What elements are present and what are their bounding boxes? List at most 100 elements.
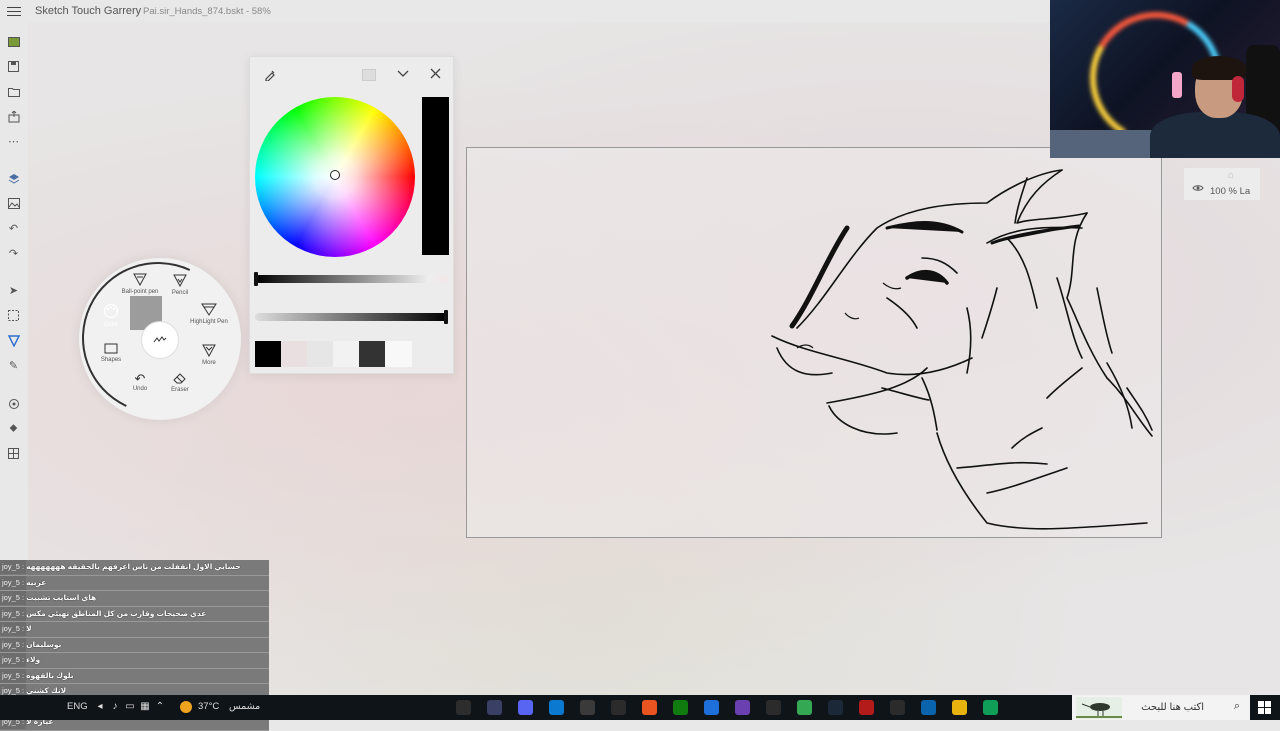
- file-title: Pai.sir_Hands_874.bskt - 58%: [143, 6, 271, 17]
- drawing-canvas[interactable]: [466, 147, 1162, 538]
- taskbar-app-icon[interactable]: [828, 700, 843, 715]
- chat-text: بوسليمان: [26, 639, 62, 649]
- chat-text: ولاء: [26, 655, 41, 664]
- open-folder-icon[interactable]: [6, 84, 21, 99]
- chat-text: هاي استايب تشبيت: [26, 593, 97, 602]
- highlight-pen-tool[interactable]: HighLight Pen: [184, 302, 234, 325]
- taskbar-app-icon[interactable]: [797, 700, 812, 715]
- highlight-pen-icon: [184, 302, 234, 319]
- taskbar-app-icon[interactable]: [580, 700, 595, 715]
- brightness-bar[interactable]: [422, 97, 449, 255]
- bird-illustration-icon: [1076, 697, 1122, 719]
- layers-icon[interactable]: [6, 171, 21, 186]
- taskbar-app-icon[interactable]: [456, 700, 471, 715]
- image-icon[interactable]: [6, 34, 21, 49]
- marquee-icon[interactable]: [6, 308, 21, 323]
- taskbar-app-icon[interactable]: [487, 700, 502, 715]
- chat-text: عدي صحيحات وقارب من كل المناطق تهيئي مكس: [26, 608, 207, 618]
- weather-text[interactable]: مشمس: [229, 701, 260, 712]
- eyedropper-icon[interactable]: [264, 69, 276, 84]
- color-panel: [249, 56, 454, 374]
- chat-message: joy_5 : ولاء: [0, 653, 269, 669]
- gallery-icon[interactable]: [6, 196, 21, 211]
- windows-start-icon[interactable]: [1258, 701, 1271, 714]
- language-indicator[interactable]: ENG: [67, 701, 88, 712]
- color-swatch[interactable]: [359, 341, 386, 367]
- shapes-label: Shapes: [100, 357, 122, 363]
- pencil-icon[interactable]: ✎: [6, 358, 21, 373]
- taskbar-app-icon[interactable]: [921, 700, 936, 715]
- color-swatch[interactable]: [385, 341, 412, 367]
- brightness-slider-handle[interactable]: [254, 272, 258, 286]
- color-tool[interactable]: Color: [86, 303, 136, 328]
- chat-username: joy_5 :: [0, 622, 27, 636]
- export-icon[interactable]: [6, 109, 21, 124]
- opacity-slider[interactable]: [255, 313, 448, 321]
- eraser-label: Eraser: [171, 387, 189, 393]
- chevron-down-icon[interactable]: [397, 67, 409, 81]
- more-tool[interactable]: More: [184, 343, 234, 366]
- headphone: [1232, 76, 1244, 102]
- taskbar-app-icon[interactable]: [735, 700, 750, 715]
- touch-icon[interactable]: [6, 396, 21, 411]
- dropper-icon[interactable]: ⬥: [6, 421, 21, 436]
- search-placeholder: اكتب هنا للبحث: [1141, 702, 1204, 713]
- chat-username: joy_5 :: [0, 606, 27, 621]
- layer-opacity: 100 % La: [1210, 186, 1250, 197]
- sun-icon[interactable]: [180, 701, 192, 713]
- undo-icon[interactable]: ↶: [6, 221, 21, 236]
- more-icon[interactable]: ⋯: [6, 134, 21, 149]
- select-arrow-icon[interactable]: ➤: [6, 283, 21, 298]
- taskbar-app-icon[interactable]: [549, 700, 564, 715]
- save-icon[interactable]: [6, 59, 21, 74]
- chevron-up-icon[interactable]: ⌃: [154, 701, 166, 713]
- eraser-icon: [155, 372, 205, 387]
- person-body: [1150, 112, 1280, 158]
- pencil-tool[interactable]: Pencil: [155, 273, 205, 296]
- layer-opacity-value: 100 %: [1210, 186, 1237, 197]
- eye-icon[interactable]: [1192, 184, 1204, 195]
- redo-icon[interactable]: ↷: [6, 246, 21, 261]
- taskbar-app-icon[interactable]: [642, 700, 657, 715]
- taskbar-app-icon[interactable]: [766, 700, 781, 715]
- color-swatch[interactable]: [255, 341, 282, 367]
- color-swatch[interactable]: [333, 341, 360, 367]
- temperature[interactable]: 37°C: [198, 701, 219, 712]
- pen-tool-icon[interactable]: [6, 333, 21, 348]
- radial-hub[interactable]: [141, 321, 179, 359]
- taskbar-app-icon[interactable]: [611, 700, 626, 715]
- volume-icon[interactable]: ♪: [109, 701, 121, 713]
- desk: [1050, 130, 1160, 158]
- chat-username: joy_5 :: [0, 637, 27, 652]
- color-label: Color: [103, 322, 119, 328]
- taskbar-app-icon[interactable]: [890, 700, 905, 715]
- grid-icon[interactable]: [6, 446, 21, 461]
- display-icon[interactable]: ▭: [124, 701, 136, 713]
- menu-icon[interactable]: [7, 4, 21, 18]
- speaker-icon[interactable]: ◂: [94, 701, 106, 713]
- brightness-slider[interactable]: [255, 275, 448, 283]
- taskbar-app-icon[interactable]: [952, 700, 967, 715]
- chat-text: عربيه: [26, 577, 47, 587]
- taskbar-app-icon[interactable]: [859, 700, 874, 715]
- highlight-label: HighLight Pen: [190, 319, 228, 325]
- taskbar-app-icon[interactable]: [673, 700, 688, 715]
- eraser-tool[interactable]: Eraser: [155, 372, 205, 393]
- color-swatch[interactable]: [281, 341, 308, 367]
- opacity-slider-handle[interactable]: [444, 310, 448, 324]
- color-swatch[interactable]: [307, 341, 334, 367]
- color-wheel-cursor[interactable]: [330, 170, 340, 180]
- panel-mode-icon[interactable]: [362, 69, 376, 81]
- layer-name: La: [1239, 186, 1251, 197]
- chat-message: joy_5 : بوسليمان: [0, 637, 269, 653]
- close-icon[interactable]: [430, 66, 441, 82]
- chat-username: joy_5 :: [0, 560, 27, 574]
- chat-username: joy_5 :: [0, 653, 27, 667]
- shapes-tool[interactable]: Shapes: [86, 343, 136, 363]
- network-icon[interactable]: ▦: [139, 701, 151, 713]
- rectangle-icon: [86, 343, 136, 357]
- taskbar-app-icon[interactable]: [704, 700, 719, 715]
- taskbar-app-icon[interactable]: [518, 700, 533, 715]
- taskbar-app-icon[interactable]: [983, 700, 998, 715]
- chat-username: joy_5 :: [0, 668, 27, 683]
